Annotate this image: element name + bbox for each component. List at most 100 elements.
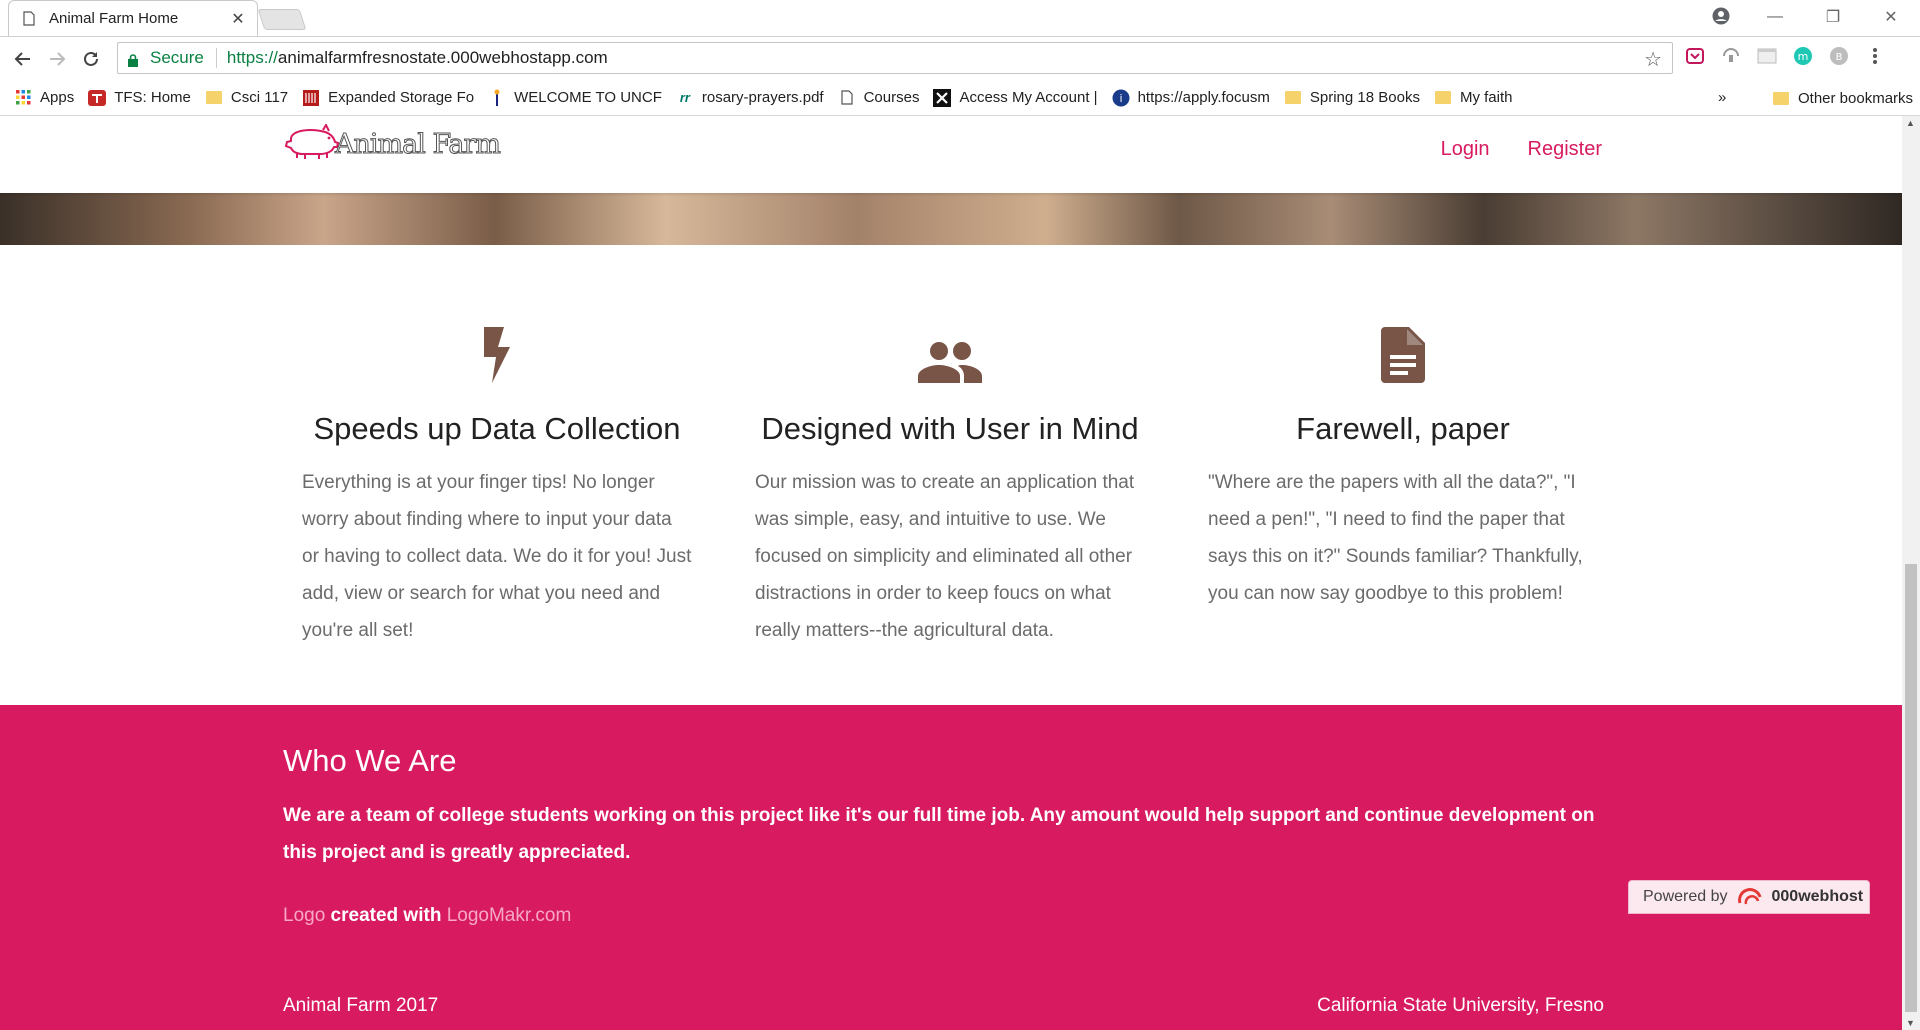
powered-brand: 000webhost bbox=[1771, 888, 1864, 905]
nav-links: Login Register bbox=[1441, 138, 1602, 161]
storage-icon bbox=[302, 89, 320, 107]
logo-text: Animal Farm bbox=[335, 129, 502, 161]
bookmark-star-icon[interactable]: ☆ bbox=[1644, 47, 1662, 72]
lock-icon bbox=[128, 52, 138, 67]
other-bookmarks[interactable]: Other bookmarks bbox=[1772, 80, 1913, 116]
b-extension-icon[interactable]: B bbox=[1828, 45, 1850, 67]
bookmark-spring-books[interactable]: Spring 18 Books bbox=[1284, 89, 1420, 107]
back-button[interactable] bbox=[6, 42, 40, 76]
url-host: animalfarmfresnostate.000webhostapp.com bbox=[277, 48, 608, 67]
logo-link[interactable]: Logo bbox=[283, 905, 325, 926]
feature-paperless: Farewell, paper "Where are the papers wi… bbox=[1208, 245, 1598, 612]
bookmark-tfs-home[interactable]: TFS: Home bbox=[88, 89, 191, 107]
bookmark-uncf[interactable]: WELCOME TO UNCF bbox=[488, 89, 662, 107]
scrollbar-thumb[interactable] bbox=[1905, 564, 1917, 1012]
powered-by-badge[interactable]: Powered by 000webhost bbox=[1628, 880, 1870, 914]
site-logo[interactable]: Animal Farm bbox=[283, 124, 502, 161]
feature-data-collection: Speeds up Data Collection Everything is … bbox=[302, 245, 692, 649]
who-heading: Who We Are bbox=[283, 743, 457, 778]
secure-label: Secure bbox=[150, 48, 204, 67]
features-section: Speeds up Data Collection Everything is … bbox=[0, 245, 1902, 705]
menu-kebab-icon[interactable] bbox=[1864, 45, 1886, 67]
bookmark-label: Access My Account | bbox=[959, 89, 1098, 106]
scroll-down-icon[interactable]: ▼ bbox=[1906, 1018, 1915, 1028]
svg-text:B: B bbox=[1836, 52, 1843, 63]
globe-icon: i bbox=[1112, 89, 1130, 107]
bookmark-access-account[interactable]: Access My Account | bbox=[933, 88, 1098, 107]
logo-credit: Logo created with LogoMakr.com bbox=[283, 905, 571, 927]
feature-user-design: Designed with User in Mind Our mission w… bbox=[755, 245, 1145, 649]
profile-icon[interactable] bbox=[1712, 7, 1730, 25]
bookmark-label: TFS: Home bbox=[114, 89, 191, 106]
address-divider bbox=[215, 48, 217, 68]
hero-image bbox=[0, 193, 1902, 245]
feature-text: Everything is at your finger tips! No lo… bbox=[302, 472, 692, 641]
folder-icon bbox=[1772, 89, 1790, 107]
m-extension-icon[interactable]: m bbox=[1792, 45, 1814, 67]
bookmark-my-faith[interactable]: My faith bbox=[1434, 89, 1513, 107]
logomakr-link[interactable]: LogoMakr.com bbox=[447, 905, 572, 926]
bookmark-label: Apps bbox=[40, 89, 75, 106]
folder-icon bbox=[1284, 89, 1302, 107]
other-bookmarks-label: Other bookmarks bbox=[1798, 89, 1914, 107]
minimize-button[interactable]: — bbox=[1746, 8, 1804, 26]
bookmark-label: My faith bbox=[1459, 89, 1513, 106]
bookmark-label: Expanded Storage Fo bbox=[328, 89, 475, 106]
bookmark-csci-117[interactable]: Csci 117 bbox=[205, 89, 288, 107]
new-tab-button[interactable] bbox=[257, 9, 307, 30]
extension-gray-icon[interactable] bbox=[1720, 45, 1742, 67]
pig-icon bbox=[284, 124, 339, 159]
bookmark-apply-focus[interactable]: i https://apply.focusm bbox=[1112, 89, 1270, 107]
document-icon bbox=[1208, 293, 1598, 383]
folder-icon bbox=[1434, 89, 1452, 107]
extension-panel-icon[interactable] bbox=[1756, 45, 1778, 67]
site-navbar: Animal Farm Login Register bbox=[0, 116, 1902, 193]
reload-icon bbox=[84, 51, 98, 66]
feature-text: Our mission was to create an application… bbox=[755, 472, 1135, 641]
window-controls: — ❐ ✕ bbox=[1712, 0, 1920, 34]
login-link[interactable]: Login bbox=[1441, 138, 1490, 161]
lightning-bolt-icon bbox=[302, 293, 692, 383]
bookmarks-overflow-button[interactable]: » bbox=[1718, 89, 1726, 106]
bookmark-apps[interactable]: Apps bbox=[14, 89, 74, 107]
bookmark-courses[interactable]: Courses bbox=[838, 89, 920, 107]
page-viewport: Animal Farm Login Register Speeds up Dat… bbox=[0, 116, 1902, 1030]
scroll-up-icon[interactable]: ▲ bbox=[1906, 118, 1915, 128]
svg-text:i: i bbox=[1119, 92, 1122, 105]
feature-text: "Where are the papers with all the data?… bbox=[1208, 472, 1583, 604]
pocket-extension-icon[interactable] bbox=[1684, 45, 1706, 67]
reload-button[interactable] bbox=[74, 42, 108, 76]
feature-title: Designed with User in Mind bbox=[761, 411, 1139, 446]
footer-copyright: Animal Farm 2017 bbox=[283, 995, 439, 1016]
bookmark-rosary[interactable]: rr rosary-prayers.pdf bbox=[676, 89, 824, 107]
close-window-button[interactable]: ✕ bbox=[1862, 7, 1920, 27]
bookmark-label: Courses bbox=[863, 89, 920, 106]
browser-tabstrip: Animal Farm Home ✕ — ❐ ✕ bbox=[0, 0, 1920, 36]
restore-button[interactable]: ❐ bbox=[1804, 7, 1862, 27]
browser-toolbar: Secure https:// animalfarmfresnostate.00… bbox=[0, 36, 1920, 80]
bookmark-label: https://apply.focusm bbox=[1137, 89, 1270, 106]
svg-text:m: m bbox=[1798, 50, 1809, 63]
webhost-logo-icon bbox=[1737, 888, 1761, 905]
feature-title: Farewell, paper bbox=[1296, 411, 1510, 446]
tab-close-icon[interactable]: ✕ bbox=[229, 9, 247, 29]
credit-text: created with bbox=[325, 905, 447, 926]
apps-grid-icon bbox=[14, 89, 32, 107]
forward-button[interactable] bbox=[40, 42, 74, 76]
bookmark-label: WELCOME TO UNCF bbox=[514, 89, 662, 106]
address-bar[interactable]: Secure https:// animalfarmfresnostate.00… bbox=[117, 42, 1673, 74]
people-icon bbox=[755, 293, 1145, 383]
feature-title: Speeds up Data Collection bbox=[313, 411, 681, 446]
url-protocol: https:// bbox=[226, 48, 278, 67]
register-link[interactable]: Register bbox=[1528, 138, 1602, 161]
bookmark-expanded-storage[interactable]: Expanded Storage Fo bbox=[302, 89, 474, 107]
page-scrollbar[interactable]: ▲ ▼ bbox=[1902, 116, 1920, 1030]
page-icon bbox=[23, 10, 37, 28]
browser-tab[interactable]: Animal Farm Home ✕ bbox=[8, 0, 258, 36]
bookmark-label: Spring 18 Books bbox=[1309, 89, 1420, 106]
rr-icon: rr bbox=[679, 90, 690, 105]
page-icon bbox=[838, 89, 856, 107]
forward-arrow-icon bbox=[50, 51, 66, 66]
bookmark-label: rosary-prayers.pdf bbox=[701, 89, 824, 106]
footer-university: California State University, Fresno bbox=[1317, 995, 1604, 1016]
